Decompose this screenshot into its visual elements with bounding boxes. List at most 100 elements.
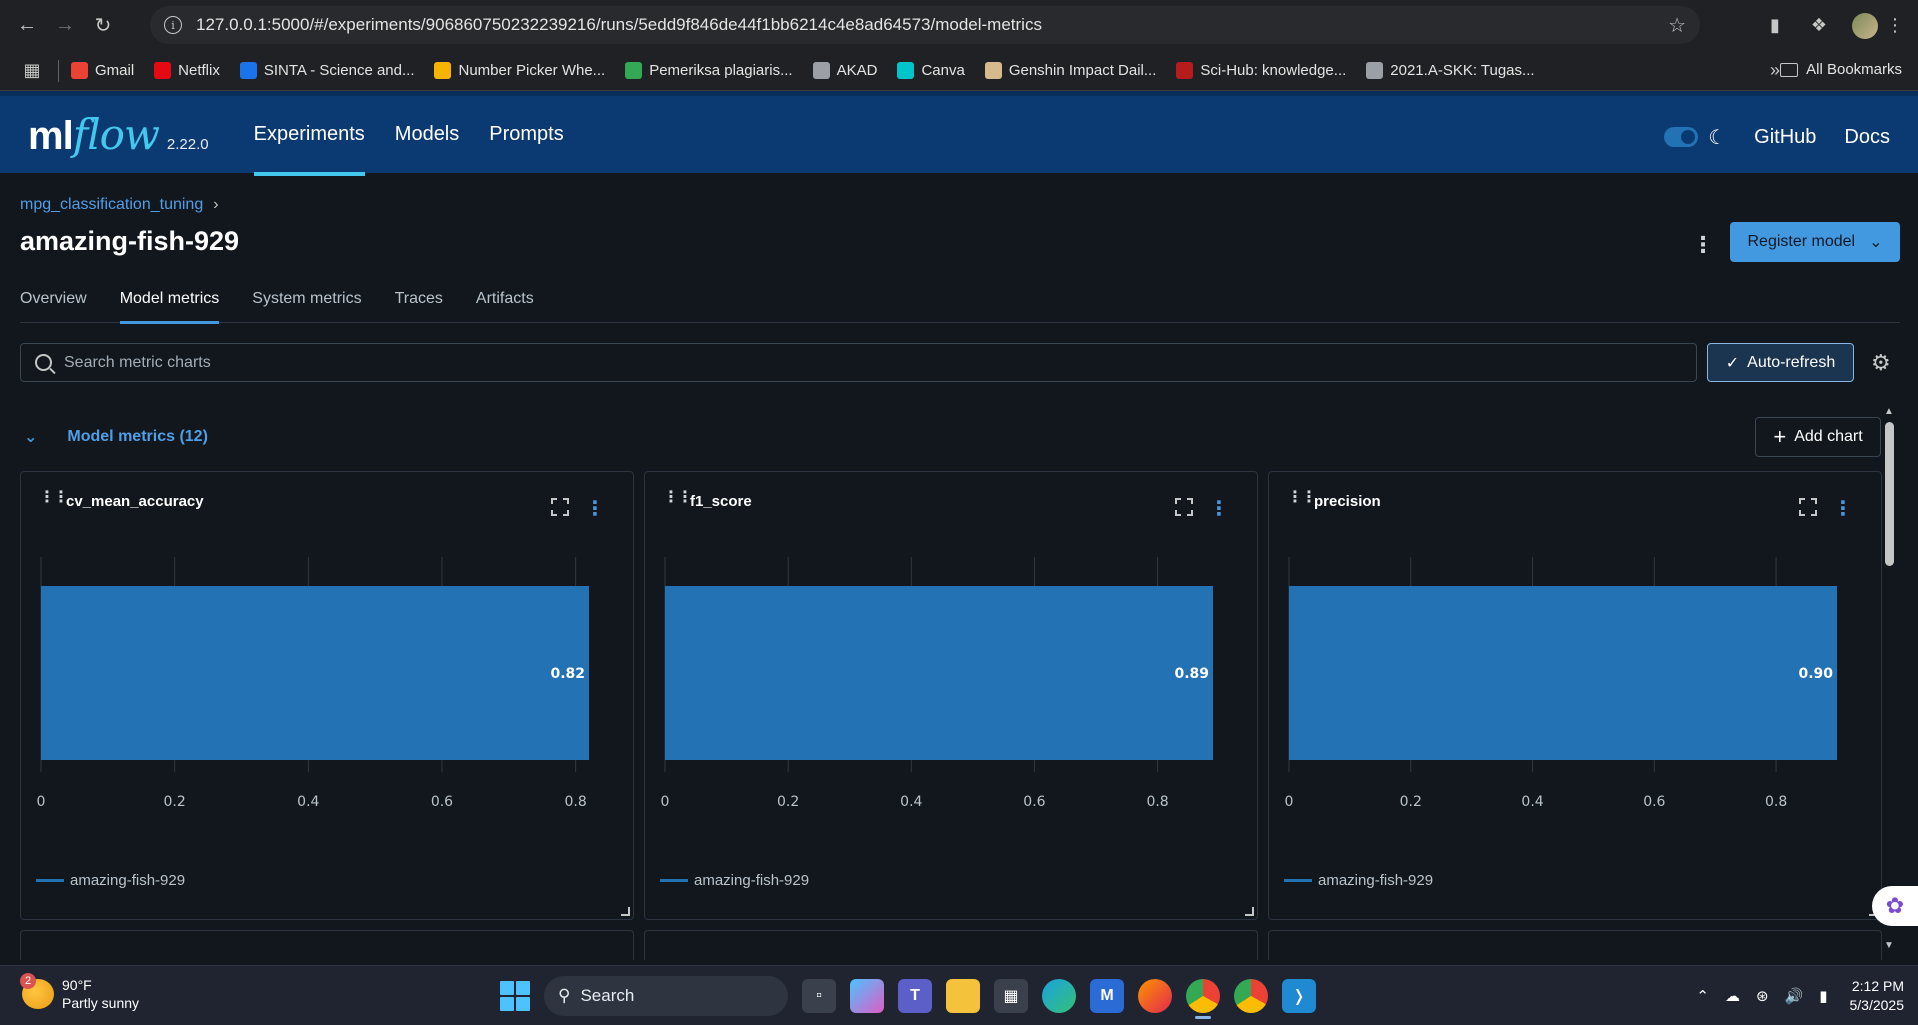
x-tick-label: 0.2 bbox=[777, 794, 799, 810]
x-tick-label: 0.8 bbox=[565, 794, 587, 810]
run-tabs: Overview Model metrics System metrics Tr… bbox=[20, 290, 1900, 324]
vscode-icon[interactable]: ❭ bbox=[1282, 979, 1316, 1013]
bookmark-item[interactable]: SINTA - Science and... bbox=[239, 62, 414, 79]
nav-experiments[interactable]: Experiments bbox=[239, 94, 380, 176]
chevron-up-icon[interactable]: ⌃ bbox=[1696, 987, 1709, 1005]
assistant-icon[interactable]: ✿ bbox=[1872, 886, 1918, 926]
all-bookmarks-button[interactable]: All Bookmarks bbox=[1780, 61, 1902, 78]
task-view-icon[interactable]: ▫ bbox=[802, 979, 836, 1013]
profile-avatar[interactable] bbox=[1852, 12, 1878, 39]
mlflow-header: ml flow 2.22.0 Experiments Models Prompt… bbox=[0, 91, 1918, 176]
metric-search-input[interactable] bbox=[64, 353, 1564, 372]
folder-icon bbox=[1780, 62, 1799, 77]
tab-model-metrics[interactable]: Model metrics bbox=[119, 290, 219, 324]
extensions-puzzle-icon[interactable]: ❖ bbox=[1808, 15, 1830, 37]
bookmark-item[interactable]: Netflix bbox=[154, 62, 220, 79]
bar[interactable] bbox=[665, 586, 1213, 760]
add-chart-button[interactable]: + Add chart bbox=[1755, 417, 1881, 457]
x-tick-label: 0.2 bbox=[164, 794, 186, 810]
apps-grid-icon[interactable]: ▦ bbox=[18, 57, 46, 85]
scroll-up-arrow[interactable]: ▲ bbox=[1884, 406, 1894, 417]
clock[interactable]: 2:12 PM 5/3/2025 bbox=[1850, 977, 1905, 1015]
resize-handle[interactable] bbox=[621, 907, 630, 916]
bookmark-item[interactable]: Number Picker Whe... bbox=[434, 62, 605, 79]
teams-icon[interactable]: T bbox=[898, 979, 932, 1013]
file-explorer-icon[interactable] bbox=[946, 979, 980, 1013]
chrome-profile-icon[interactable] bbox=[1234, 979, 1268, 1013]
weather-widget[interactable]: 2 90°F Partly sunny bbox=[20, 973, 140, 1012]
scroll-down-arrow[interactable]: ▼ bbox=[1884, 940, 1894, 951]
wifi-icon[interactable]: ⊛ bbox=[1756, 987, 1769, 1005]
sun-cloud-icon: 2 bbox=[20, 973, 54, 1009]
microsoft-store-icon[interactable]: ▦ bbox=[994, 979, 1028, 1013]
auto-refresh-label: Auto-refresh bbox=[1747, 353, 1836, 371]
bookmark-item[interactable]: Sci-Hub: knowledge... bbox=[1176, 62, 1346, 79]
edge-icon[interactable] bbox=[1042, 979, 1076, 1013]
docs-link[interactable]: Docs bbox=[1844, 126, 1890, 149]
more-bookmarks-icon[interactable]: » bbox=[1770, 60, 1780, 81]
x-tick-label: 0.8 bbox=[1765, 794, 1787, 810]
auto-refresh-button[interactable]: ✓ Auto-refresh bbox=[1707, 343, 1854, 382]
tab-overview[interactable]: Overview bbox=[20, 290, 87, 323]
register-model-button[interactable]: Register model ⌄ bbox=[1730, 222, 1900, 262]
chart-legend: amazing-fish-929 bbox=[36, 872, 185, 889]
weather-condition: Partly sunny bbox=[62, 995, 140, 1011]
version-label: 2.22.0 bbox=[166, 136, 209, 153]
nav-models[interactable]: Models bbox=[380, 94, 474, 176]
bookmark-item[interactable]: Canva bbox=[897, 62, 965, 79]
gear-icon[interactable]: ⚙ bbox=[1871, 350, 1891, 376]
bar[interactable] bbox=[41, 586, 589, 760]
scrollbar-thumb[interactable] bbox=[1885, 422, 1894, 566]
address-bar[interactable]: i 127.0.0.1:5000/#/experiments/906860750… bbox=[150, 6, 1700, 44]
mlflow-logo[interactable]: ml flow 2.22.0 bbox=[28, 110, 209, 159]
forward-button[interactable]: → bbox=[46, 7, 84, 45]
bookmark-item[interactable]: AKAD bbox=[812, 62, 877, 79]
volume-icon[interactable]: 🔊 bbox=[1785, 987, 1804, 1005]
battery-icon[interactable]: ▮ bbox=[1819, 987, 1827, 1005]
bookmark-item[interactable]: 2021.A-SKK: Tugas... bbox=[1366, 62, 1535, 79]
extension-icon[interactable]: ▮ bbox=[1764, 15, 1786, 37]
x-tick-label: 0.4 bbox=[900, 794, 922, 810]
chrome-icon[interactable] bbox=[1186, 979, 1220, 1019]
register-model-label: Register model bbox=[1747, 233, 1856, 250]
mlflow-app-icon[interactable]: M bbox=[1090, 979, 1124, 1013]
url-text[interactable]: 127.0.0.1:5000/#/experiments/90686075023… bbox=[196, 15, 1042, 35]
bookmark-item[interactable]: Genshin Impact Dail... bbox=[984, 62, 1156, 79]
bookmarks-bar: ▦ Gmail Netflix SINTA - Science and... Numb… bbox=[0, 51, 1918, 91]
nav-prompts[interactable]: Prompts bbox=[474, 94, 578, 176]
bar-value-label: 0.82 bbox=[550, 666, 585, 682]
tab-traces[interactable]: Traces bbox=[395, 290, 443, 323]
taskbar-search[interactable]: ⚲ Search bbox=[544, 976, 788, 1016]
bookmark-item[interactable]: Gmail bbox=[71, 62, 134, 79]
copilot-icon[interactable] bbox=[850, 979, 884, 1013]
bookmark-item[interactable]: Pemeriksa plagiaris... bbox=[625, 62, 793, 79]
resize-handle[interactable] bbox=[1245, 907, 1254, 916]
x-tick-label: 0 bbox=[37, 794, 46, 810]
chart-legend: amazing-fish-929 bbox=[1284, 872, 1433, 889]
bookmark-star-icon[interactable]: ☆ bbox=[1668, 13, 1686, 38]
firefox-icon[interactable] bbox=[1138, 979, 1172, 1013]
github-link[interactable]: GitHub bbox=[1754, 126, 1816, 149]
chevron-down-icon[interactable]: ⌄ bbox=[24, 427, 37, 447]
date: 5/3/2025 bbox=[1849, 997, 1905, 1013]
tab-artifacts[interactable]: Artifacts bbox=[476, 290, 534, 323]
taskbar-search-label: Search bbox=[580, 986, 635, 1005]
breadcrumb-experiment-link[interactable]: mpg_classification_tuning bbox=[20, 196, 203, 214]
windows-start-icon[interactable] bbox=[500, 981, 530, 1011]
all-bookmarks-label: All Bookmarks bbox=[1806, 61, 1902, 78]
bookmark-label: Sci-Hub: knowledge... bbox=[1200, 62, 1347, 79]
run-actions-menu-icon[interactable]: ⋮ bbox=[1692, 232, 1714, 258]
x-tick-label: 0.4 bbox=[1521, 794, 1543, 810]
section-header[interactable]: ⌄ Model metrics (12) bbox=[24, 427, 208, 447]
browser-toolbar: ← → ↻ i 127.0.0.1:5000/#/experiments/906… bbox=[0, 0, 1918, 51]
dark-mode-toggle[interactable] bbox=[1664, 127, 1699, 147]
tab-system-metrics[interactable]: System metrics bbox=[252, 290, 361, 323]
site-info-icon[interactable]: i bbox=[164, 16, 182, 34]
reload-button[interactable]: ↻ bbox=[84, 7, 122, 45]
x-tick-label: 0.6 bbox=[1643, 794, 1665, 810]
bar[interactable] bbox=[1289, 586, 1837, 760]
legend-swatch bbox=[1284, 879, 1312, 882]
browser-menu-icon[interactable]: ⋮ bbox=[1884, 14, 1906, 36]
back-button[interactable]: ← bbox=[8, 7, 46, 45]
onedrive-icon[interactable]: ☁ bbox=[1725, 987, 1740, 1005]
